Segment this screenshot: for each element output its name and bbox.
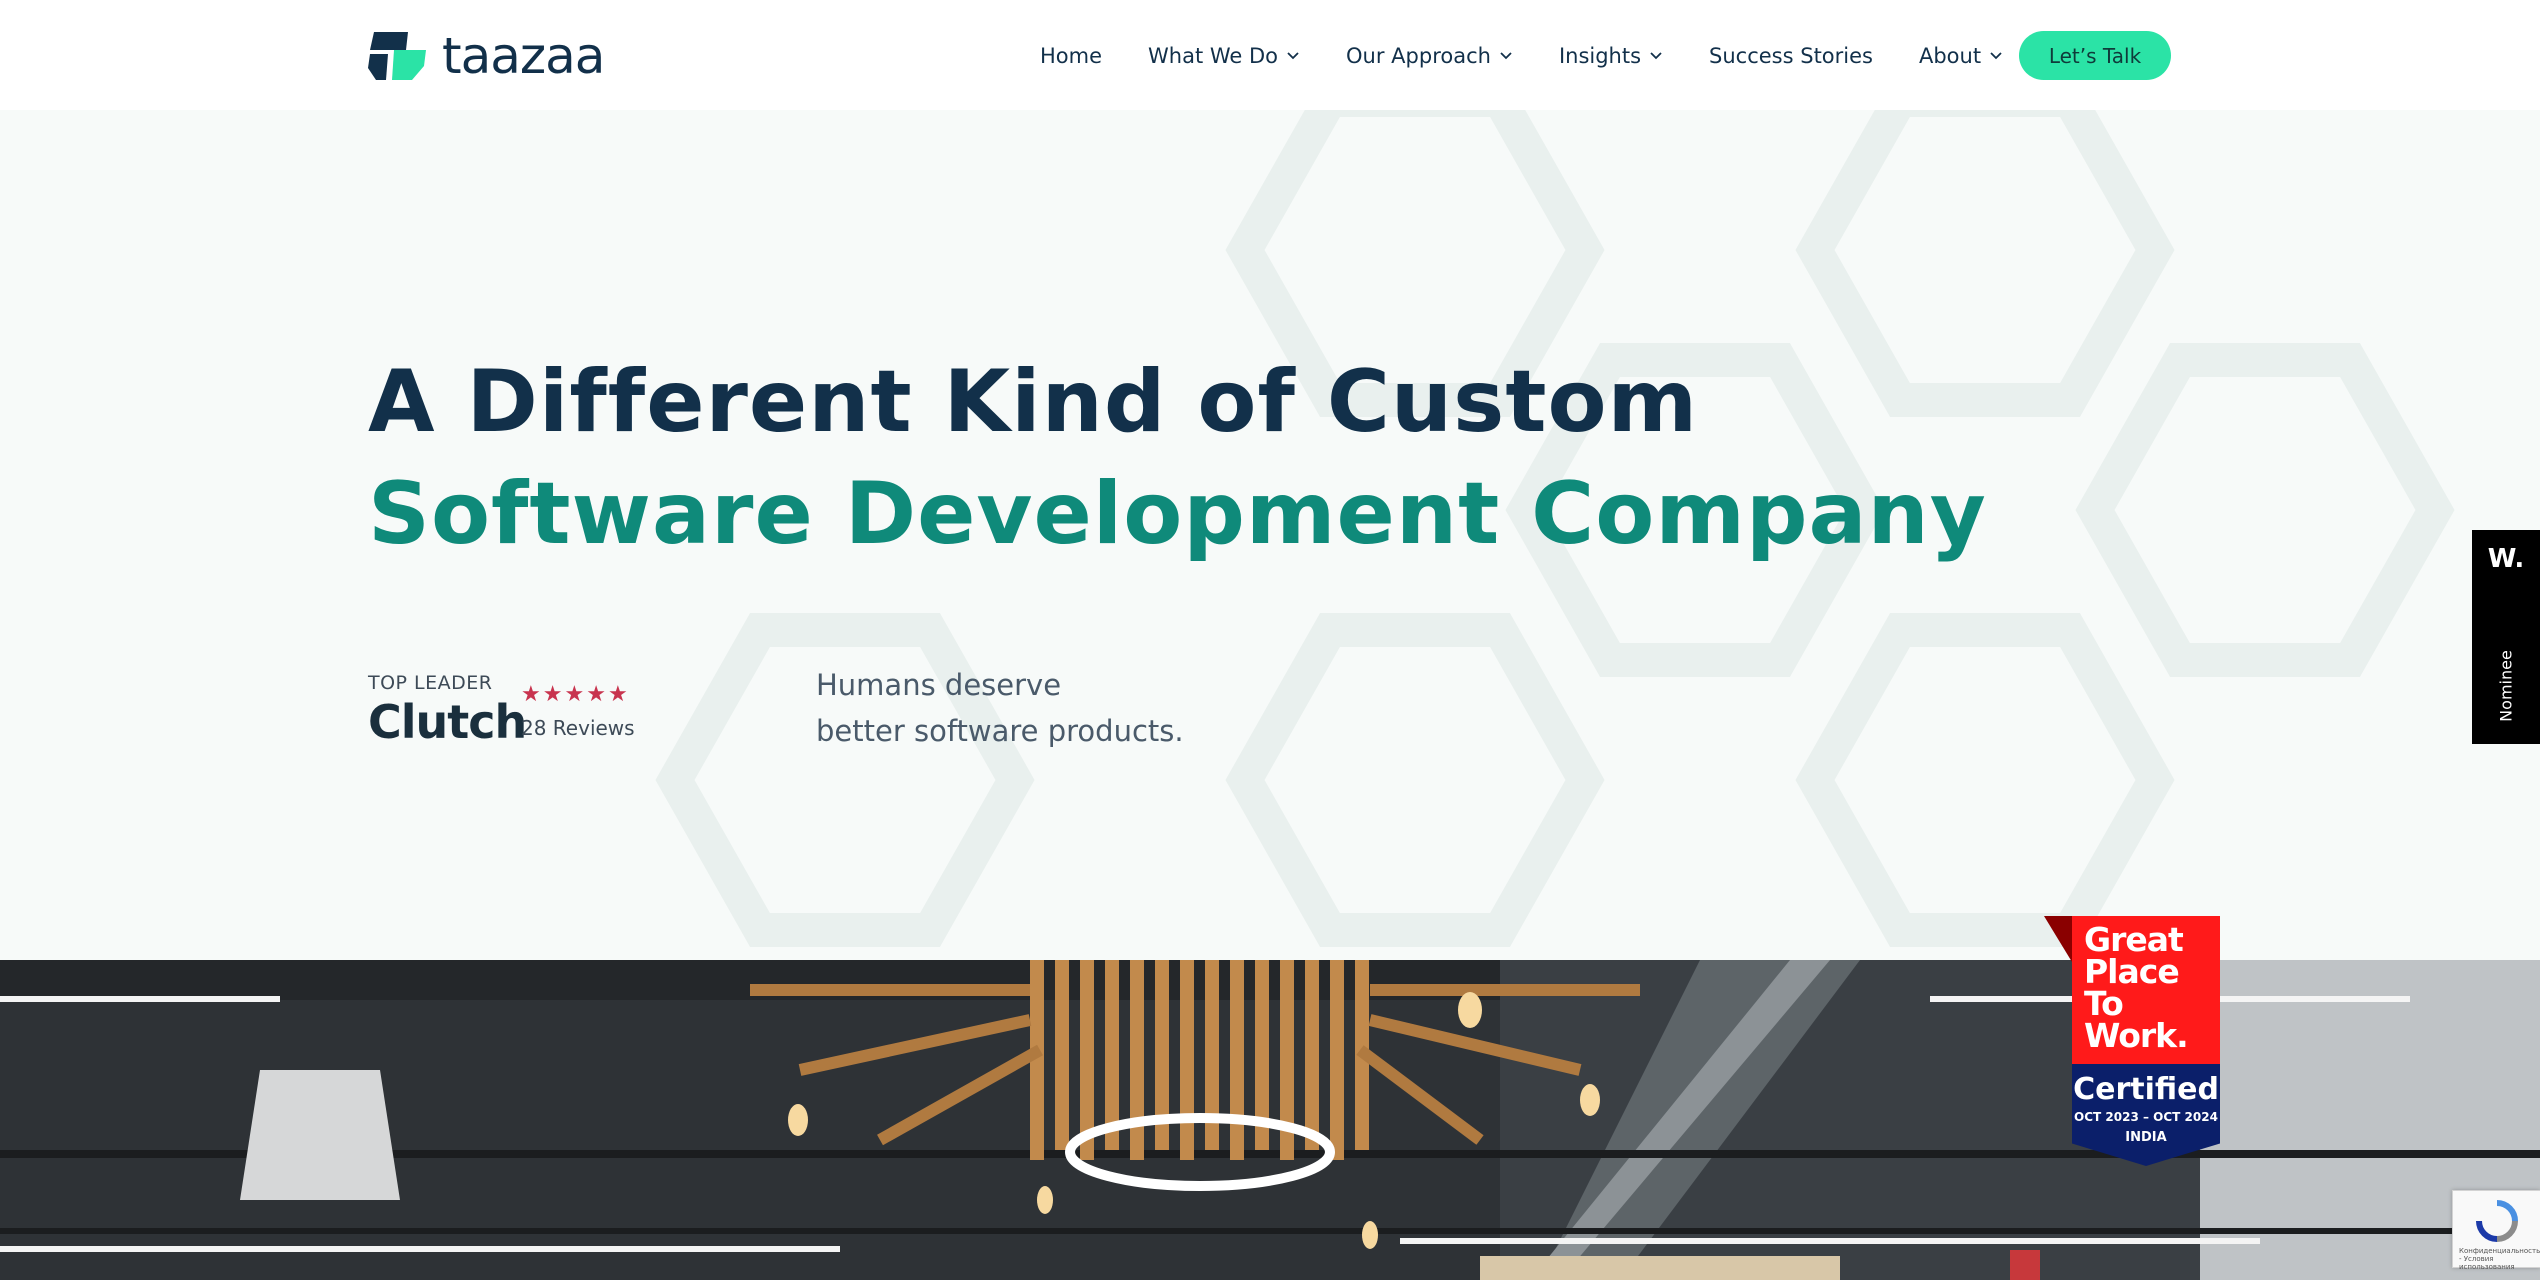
hero-section: A Different Kind of Custom Software Deve… [0,110,2540,960]
nav-insights-label: Insights [1558,44,1642,68]
nav-home[interactable]: Home [1040,44,1102,68]
awwwards-nominee-badge[interactable]: W. Nominee [2472,530,2540,744]
logo[interactable]: taazaa [368,27,605,85]
hero-headline: A Different Kind of Custom Software Deve… [368,346,1987,570]
star-icon: ★ [586,682,606,707]
gptw-title: Great Place To Work. [2084,923,2189,1055]
site-header: taazaa Home What We Do Our Approach Insi… [0,0,2540,110]
recaptcha-legal: Конфиденциальность - Условия использован… [2459,1247,2540,1271]
hero-headline-line1: A Different Kind of Custom [368,352,1699,452]
nav-home-label: Home [1040,44,1103,68]
gptw-certified: Certified [2073,1072,2219,1107]
nav-about[interactable]: About [1919,44,2003,68]
hero-tagline-line1: Humans deserve [816,668,1062,702]
hero-tagline-line2: better software products. [816,714,1184,748]
awwwards-logo: W. [2487,544,2525,574]
recaptcha-icon [2476,1200,2518,1242]
logo-text: taazaa [442,27,605,85]
lets-talk-button[interactable]: Let’s Talk [2019,31,2171,80]
hero-tagline: Humans deserve better software products. [816,662,1184,754]
nav-our-approach[interactable]: Our Approach [1346,44,1513,68]
star-icon: ★ [607,682,628,707]
taazaa-logo-icon [368,32,426,80]
gptw-line4: Work. [2084,1016,2189,1055]
clutch-kicker: TOP LEADER [368,672,493,694]
nav-about-label: About [1918,44,1982,68]
nav-success-stories[interactable]: Success Stories [1709,44,1873,68]
clutch-logo: Clutch [368,695,527,749]
clutch-rating-badge[interactable]: TOP LEADER Clutch ★ ★ ★ ★ ★ 28 Reviews [368,672,648,752]
clutch-reviews-count: 28 Reviews [521,716,635,740]
nav-insights[interactable]: Insights [1559,44,1663,68]
star-rating: ★ ★ ★ ★ ★ [521,684,630,706]
gptw-country: INDIA [2125,1130,2167,1145]
great-place-to-work-badge: Great Place To Work. Certified OCT 2023 … [2044,916,2220,1166]
nominee-label: Nominee [2496,650,2516,722]
chevron-down-icon [1500,52,1512,60]
chevron-down-icon [1990,52,2002,60]
nav-our-approach-label: Our Approach [1346,44,1491,68]
main-nav: Home What We Do Our Approach Insights Su… [1040,28,2049,84]
nav-what-we-do-label: What We Do [1148,44,1279,68]
nav-success-stories-label: Success Stories [1709,44,1873,68]
star-icon: ★ [521,682,541,707]
chevron-down-icon [1650,52,1662,60]
nav-what-we-do[interactable]: What We Do [1148,44,1300,68]
recaptcha-badge[interactable]: Конфиденциальность - Условия использован… [2452,1190,2540,1271]
chevron-down-icon [1287,52,1299,60]
gptw-dates: OCT 2023 – OCT 2024 [2074,1110,2218,1124]
star-icon: ★ [542,682,563,707]
star-icon: ★ [564,682,585,707]
hero-headline-line2: Software Development Company [368,464,1987,564]
badge-fold [2044,916,2072,962]
